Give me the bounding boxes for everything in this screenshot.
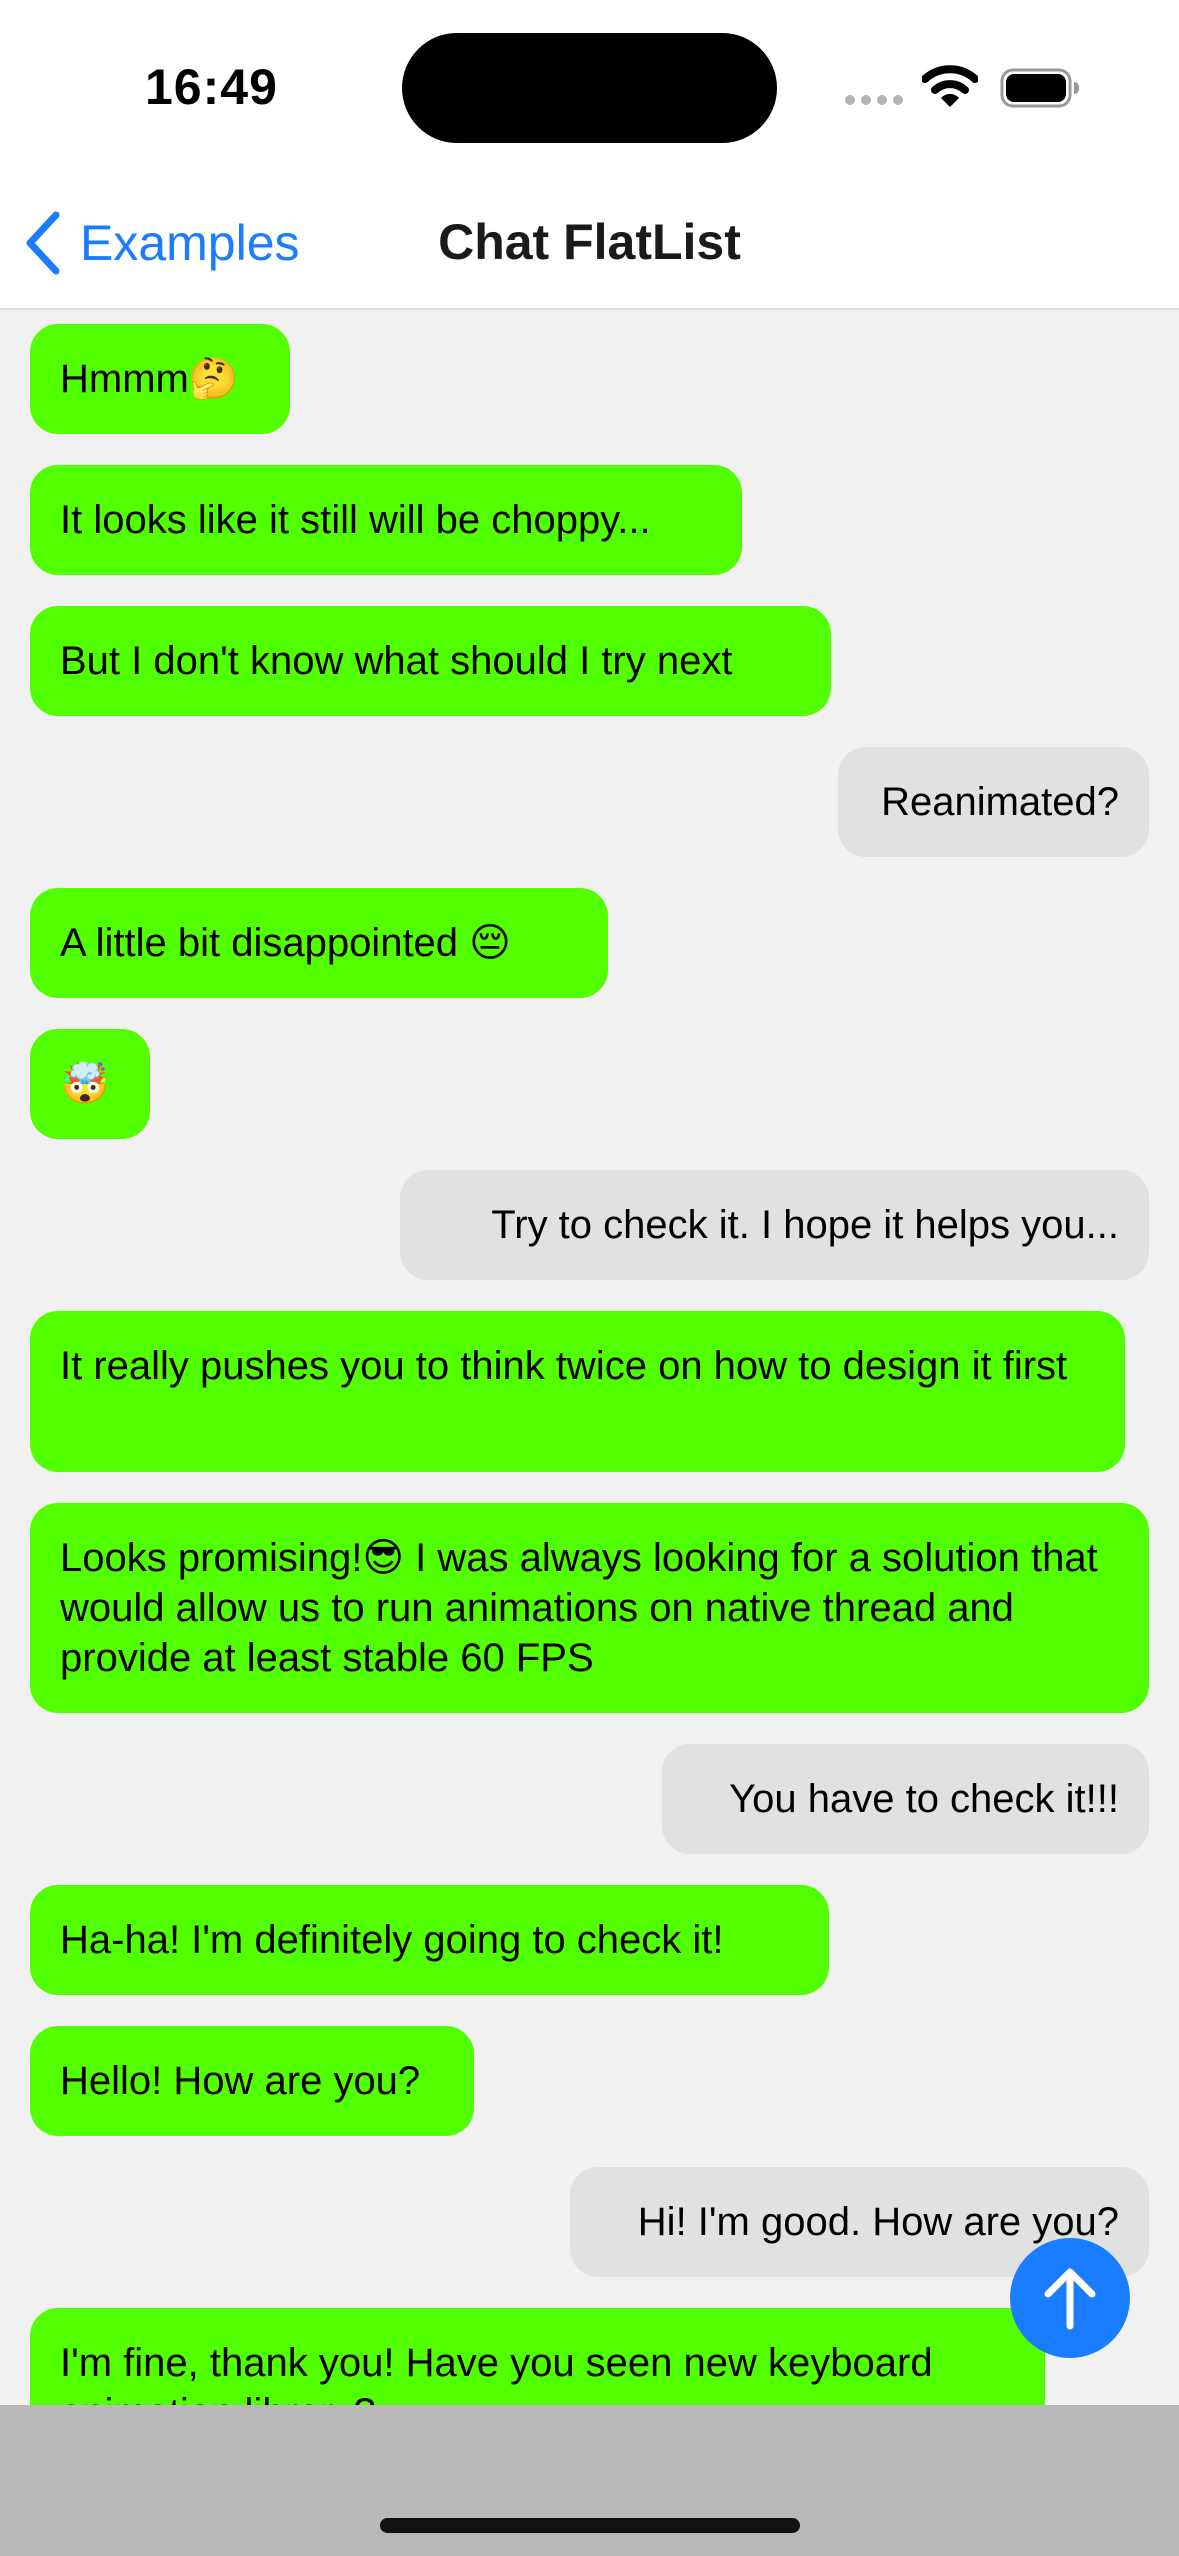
message-bubble: But I don't know what should I try next bbox=[30, 606, 831, 716]
message-bubble: Looks promising!😎 I was always looking f… bbox=[30, 1503, 1149, 1713]
cellular-signal-icon bbox=[845, 95, 905, 105]
navigation-bar: Examples Chat FlatList bbox=[0, 175, 1179, 310]
bottom-bar bbox=[0, 2405, 1179, 2556]
message-bubble: Reanimated? bbox=[838, 747, 1149, 857]
message-text: Ha-ha! I'm definitely going to check it! bbox=[60, 1918, 724, 1962]
message-text: It really pushes you to think twice on h… bbox=[60, 1344, 1068, 1388]
status-bar: 16:49 bbox=[0, 0, 1179, 175]
chat-list[interactable]: Hmmm🤔 It looks like it still will be cho… bbox=[0, 310, 1179, 2405]
message-text: It looks like it still will be choppy... bbox=[60, 498, 651, 542]
message-bubble: Hello! How are you? bbox=[30, 2026, 474, 2136]
message-text: Hi! I'm good. How are you? bbox=[637, 2200, 1119, 2244]
status-time: 16:49 bbox=[145, 59, 278, 115]
message-text: A little bit disappointed 😔 bbox=[60, 921, 511, 965]
message-text: Hmmm🤔 bbox=[60, 357, 239, 401]
scroll-to-top-button[interactable] bbox=[1010, 2238, 1130, 2358]
battery-icon bbox=[1000, 68, 1079, 108]
message-text: Try to check it. I hope it helps you... bbox=[491, 1203, 1119, 1247]
wifi-icon bbox=[922, 65, 978, 107]
home-indicator[interactable] bbox=[380, 2518, 800, 2533]
message-text: But I don't know what should I try next bbox=[60, 639, 733, 683]
message-text: 🤯 bbox=[60, 1062, 110, 1106]
message-bubble: A little bit disappointed 😔 bbox=[30, 888, 608, 998]
message-text: Looks promising!😎 I was always looking f… bbox=[60, 1536, 1109, 1680]
message-bubble: Try to check it. I hope it helps you... bbox=[400, 1170, 1149, 1280]
arrow-up-icon bbox=[1044, 2268, 1096, 2330]
message-text: You have to check it!!! bbox=[729, 1777, 1119, 1821]
message-bubble: 🤯 bbox=[30, 1029, 150, 1139]
message-bubble: It looks like it still will be choppy... bbox=[30, 465, 742, 575]
page-title: Chat FlatList bbox=[438, 214, 741, 270]
message-bubble: It really pushes you to think twice on h… bbox=[30, 1311, 1125, 1472]
message-bubble: Hmmm🤔 bbox=[30, 324, 290, 434]
message-bubble: I'm fine, thank you! Have you seen new k… bbox=[30, 2308, 1045, 2405]
message-text: Reanimated? bbox=[881, 780, 1119, 824]
message-bubble: Ha-ha! I'm definitely going to check it! bbox=[30, 1885, 829, 1995]
message-bubble: You have to check it!!! bbox=[662, 1744, 1149, 1854]
message-text: Hello! How are you? bbox=[60, 2059, 421, 2103]
dynamic-island bbox=[402, 33, 777, 143]
message-text: I'm fine, thank you! Have you seen new k… bbox=[60, 2341, 933, 2405]
